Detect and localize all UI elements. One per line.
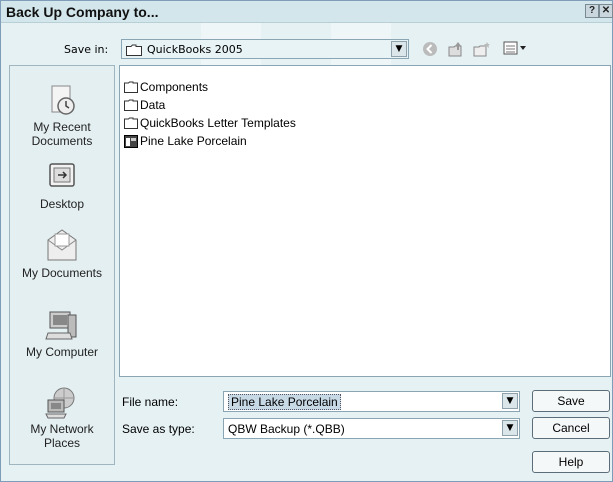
save-in-value: QuickBooks 2005 <box>147 43 243 56</box>
place-label: Places <box>43 436 81 450</box>
chevron-down-icon[interactable]: ▼ <box>391 41 407 57</box>
place-my-documents[interactable]: My Documents <box>10 224 114 280</box>
place-label: My Computer <box>25 345 99 359</box>
save-button[interactable]: Save <box>532 390 610 412</box>
place-label: Desktop <box>39 197 85 211</box>
dialog-title: Back Up Company to... <box>6 4 159 20</box>
save-in-dropdown[interactable]: QuickBooks 2005 ▼ <box>121 39 409 59</box>
my-computer-icon <box>44 309 80 341</box>
file-name: Pine Lake Porcelain <box>140 133 247 148</box>
close-button[interactable]: ✕ <box>599 4 613 18</box>
my-recent-documents-icon <box>44 84 80 116</box>
folder-icon <box>124 81 138 93</box>
list-item[interactable]: Components <box>124 79 208 96</box>
list-item[interactable]: Pine Lake Porcelain <box>124 133 247 150</box>
title-help-button[interactable]: ? <box>585 4 599 18</box>
save-in-label: Save in: <box>64 43 109 56</box>
places-bar: My Recent Documents Desktop My Documents… <box>9 65 115 465</box>
qbb-file-icon <box>124 134 138 148</box>
place-label: Documents <box>31 134 93 148</box>
save-as-type-label: Save as type: <box>122 422 195 436</box>
place-desktop[interactable]: Desktop <box>10 161 114 211</box>
place-my-recent-documents[interactable]: My Recent Documents <box>10 84 114 148</box>
folder-icon <box>126 44 142 59</box>
folder-icon <box>124 99 138 111</box>
desktop-icon <box>44 161 80 193</box>
my-network-places-icon <box>44 386 80 419</box>
file-name: Components <box>140 79 209 94</box>
list-item[interactable]: Data <box>124 97 165 114</box>
file-list[interactable]: Components Data QuickBooks Letter Templa… <box>119 65 611 377</box>
folder-icon <box>124 117 138 129</box>
cancel-button[interactable]: Cancel <box>532 417 610 439</box>
file-name-input[interactable]: Pine Lake Porcelain ▼ <box>223 391 520 412</box>
save-as-type-value: QBW Backup (*.QBB) <box>228 422 345 436</box>
place-my-computer[interactable]: My Computer <box>10 309 114 359</box>
save-dialog: Back Up Company to... ? ✕ Save in: Quick… <box>0 0 613 482</box>
file-name-label: File name: <box>122 395 179 409</box>
place-label: My Network <box>30 422 94 436</box>
up-folder-icon[interactable] <box>447 41 465 57</box>
title-bar[interactable]: Back Up Company to... ? ✕ <box>1 1 613 23</box>
place-label: My Documents <box>21 266 103 280</box>
back-icon[interactable] <box>421 41 439 57</box>
list-item[interactable]: QuickBooks Letter Templates <box>124 115 296 132</box>
place-my-network-places[interactable]: My Network Places <box>10 386 114 450</box>
place-label: My Recent <box>33 120 91 134</box>
file-name: Data <box>140 97 166 112</box>
chevron-down-icon[interactable]: ▼ <box>502 420 518 436</box>
views-menu-icon[interactable] <box>503 40 529 57</box>
new-folder-icon[interactable] <box>473 41 491 57</box>
help-button[interactable]: Help <box>532 451 610 473</box>
my-documents-icon <box>44 224 80 261</box>
save-as-type-dropdown[interactable]: QBW Backup (*.QBB) ▼ <box>223 418 520 439</box>
file-name-value: Pine Lake Porcelain <box>228 394 341 410</box>
chevron-down-icon[interactable]: ▼ <box>502 393 518 409</box>
file-name: QuickBooks Letter Templates <box>140 115 296 130</box>
